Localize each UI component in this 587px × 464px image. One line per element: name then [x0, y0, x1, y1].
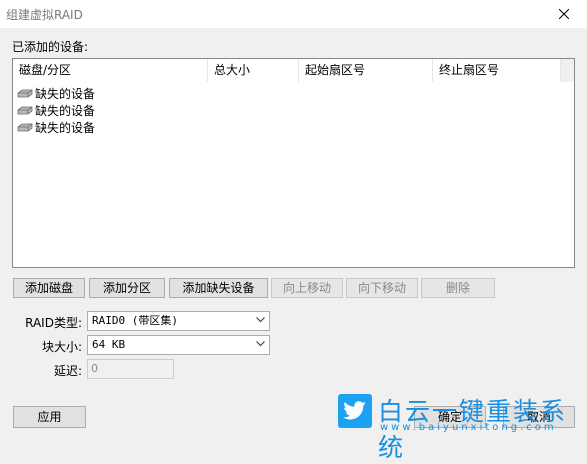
window-title: 组建虚拟RAID: [6, 8, 83, 22]
block-size-label: 块大小:: [41, 340, 82, 354]
move-down-button[interactable]: 向下移动: [346, 278, 418, 298]
list-item[interactable]: 缺失的设备: [17, 119, 95, 136]
bird-icon: [343, 401, 366, 420]
move-up-button[interactable]: 向上移动: [271, 278, 343, 298]
add-missing-device-button[interactable]: 添加缺失设备: [169, 278, 268, 298]
disk-icon: [17, 89, 33, 97]
raid-type-label: RAID类型:: [25, 316, 82, 330]
close-button[interactable]: [541, 0, 587, 28]
list-item[interactable]: 缺失的设备: [17, 85, 95, 102]
raid-type-value: RAID0 (带区集): [92, 314, 178, 327]
header-scroll-corner: [560, 59, 574, 82]
delay-input[interactable]: 0: [87, 359, 174, 379]
delete-button[interactable]: 删除: [421, 278, 495, 298]
chevron-down-icon: [256, 341, 265, 347]
column-header-size[interactable]: 总大小: [208, 59, 299, 82]
watermark-logo: [338, 394, 372, 428]
list-item-label: 缺失的设备: [35, 87, 96, 101]
block-size-select[interactable]: 64 KB: [87, 335, 270, 355]
column-header-start-sector[interactable]: 起始扇区号: [299, 59, 433, 82]
title-bar: 组建虚拟RAID: [0, 0, 587, 28]
list-item-label: 缺失的设备: [35, 121, 96, 135]
add-partition-button[interactable]: 添加分区: [89, 278, 165, 298]
device-list[interactable]: 磁盘/分区 总大小 起始扇区号 终止扇区号 缺失的设备 缺失的设备 缺失的设备: [12, 58, 575, 268]
list-rows: 缺失的设备 缺失的设备 缺失的设备: [17, 85, 95, 136]
watermark-url: www.baiyunxitong.com: [380, 422, 557, 433]
list-item[interactable]: 缺失的设备: [17, 102, 95, 119]
column-header-disk[interactable]: 磁盘/分区: [13, 59, 208, 82]
close-icon: [559, 9, 569, 19]
delay-label: 延迟:: [53, 364, 82, 378]
disk-icon: [17, 106, 33, 114]
list-header: 磁盘/分区 总大小 起始扇区号 终止扇区号: [13, 59, 562, 82]
column-header-end-sector[interactable]: 终止扇区号: [433, 59, 562, 82]
watermark: 白云一键重装系统 www.baiyunxitong.com: [330, 390, 587, 462]
add-disk-button[interactable]: 添加磁盘: [13, 278, 85, 298]
raid-type-select[interactable]: RAID0 (带区集): [87, 311, 270, 331]
chevron-down-icon: [256, 317, 265, 323]
added-devices-label: 已添加的设备:: [12, 40, 89, 54]
list-item-label: 缺失的设备: [35, 104, 96, 118]
apply-button[interactable]: 应用: [13, 406, 86, 428]
block-size-value: 64 KB: [92, 338, 126, 351]
disk-icon: [17, 123, 33, 131]
